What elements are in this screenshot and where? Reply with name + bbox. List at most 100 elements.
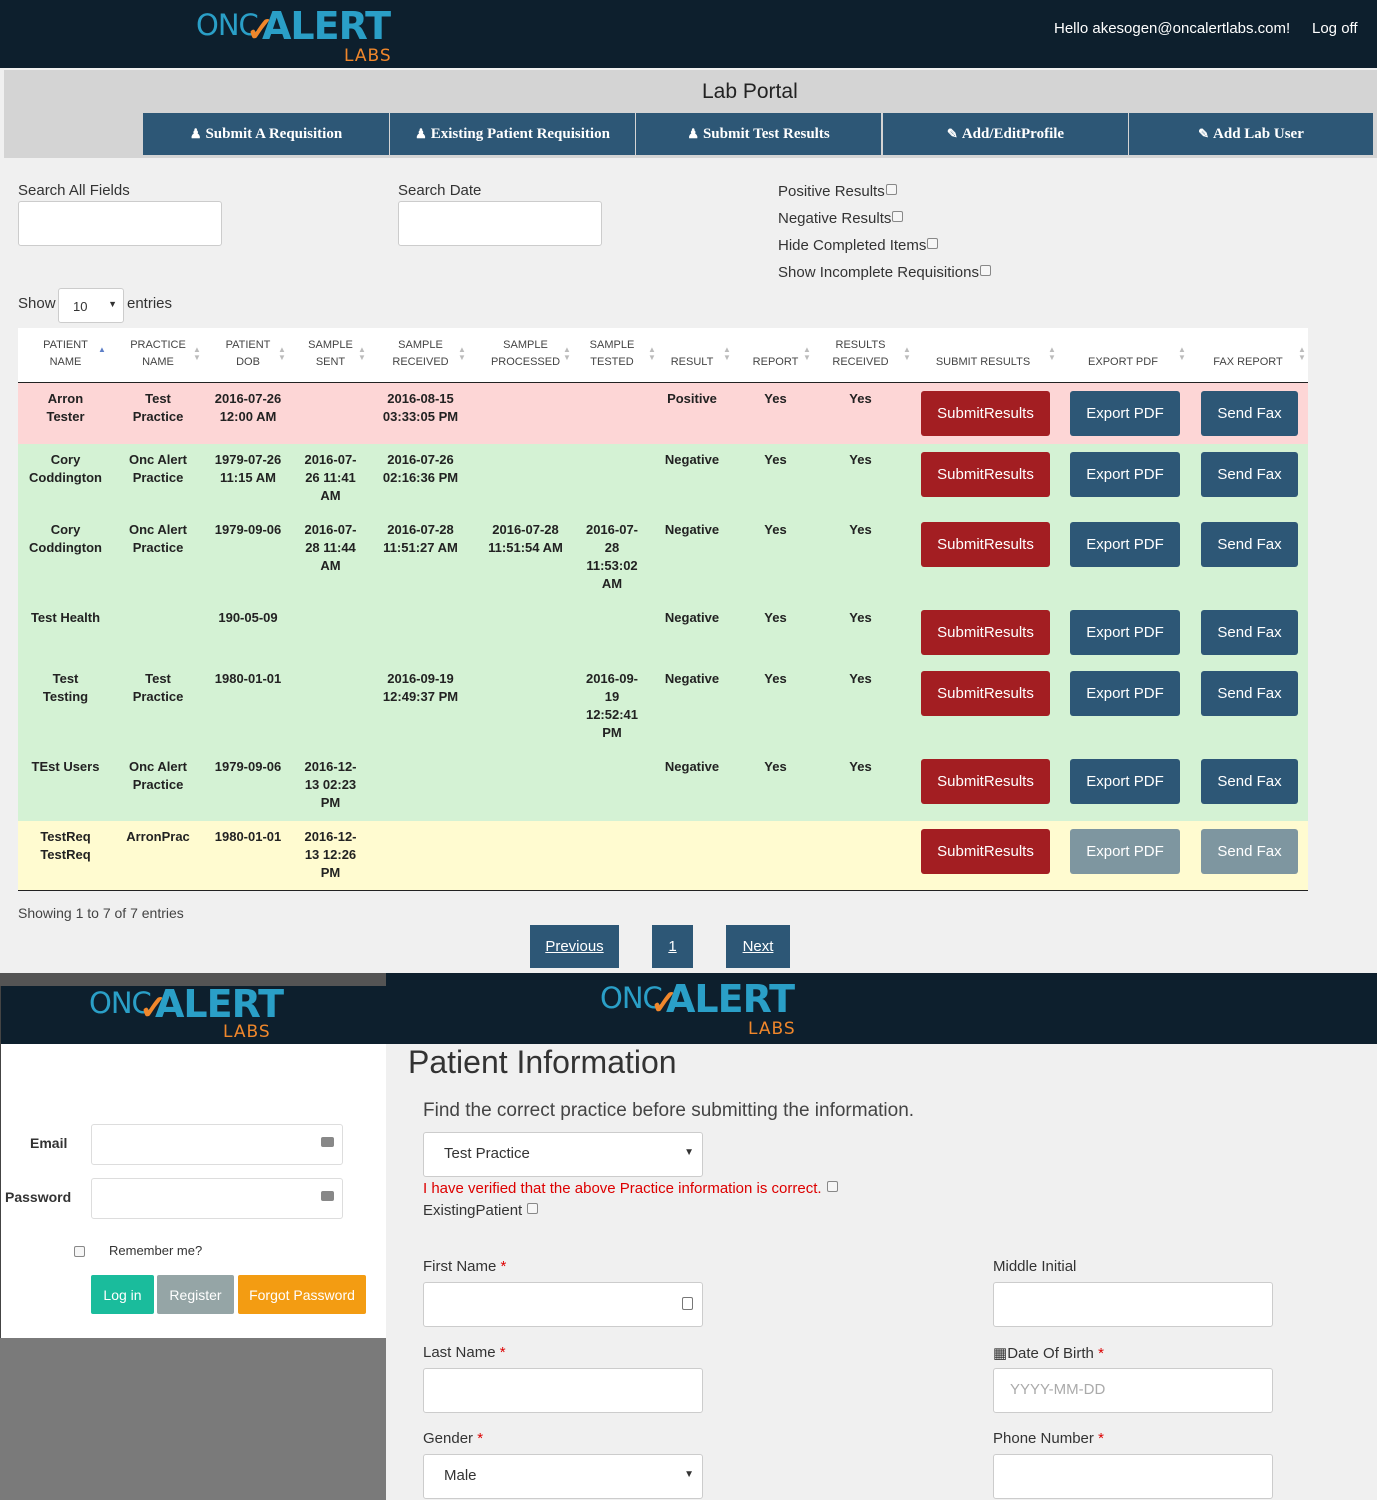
submit-results-button[interactable]: SubmitResults — [921, 452, 1050, 497]
column-header[interactable]: EXPORT PDF — [1058, 328, 1188, 382]
existing-patient-checkbox[interactable] — [527, 1203, 539, 1214]
column-header[interactable]: SUBMIT RESULTS — [908, 328, 1058, 382]
submit-results-button[interactable]: SubmitResults — [921, 610, 1050, 655]
find-practice-text: Find the correct practice before submitt… — [423, 1100, 915, 1121]
positive-results-checkbox[interactable] — [885, 184, 897, 195]
column-header[interactable]: SAMPLE SENT — [293, 328, 368, 382]
login-button[interactable]: Log in — [91, 1275, 154, 1314]
table-row: Cory Coddington Onc Alert Practice 1979-09-0… — [18, 514, 1308, 602]
top-header: ONC ✓ ALERT LABS Hello akesogen@oncalert… — [0, 0, 1377, 68]
column-header[interactable]: FAX REPORT — [1188, 328, 1308, 382]
nav-existing-patient-requisition[interactable]: ♟ Existing Patient Requisition — [390, 113, 635, 155]
verify-practice-checkbox[interactable] — [826, 1181, 838, 1192]
remember-me-label: Remember me? — [109, 1243, 203, 1258]
dob-field[interactable]: YYYY-MM-DD — [993, 1368, 1273, 1413]
search-date-input[interactable] — [398, 201, 602, 246]
nav-submit-requisition[interactable]: ♟ Submit A Requisition — [143, 113, 389, 155]
column-header[interactable]: RESULTS RECEIVED — [813, 328, 908, 382]
filter-hide-completed[interactable]: Hide Completed Items — [778, 237, 939, 254]
sort-icon[interactable]: ▲ ▼ — [458, 346, 466, 362]
oncalert-logo-login[interactable]: ONC ✓ ALERT LABS — [89, 982, 289, 1042]
submit-results-button[interactable]: SubmitResults — [921, 391, 1050, 436]
table-cell: Yes — [764, 391, 787, 406]
page-1-button[interactable]: 1 — [652, 925, 693, 968]
submit-results-button[interactable]: SubmitResults — [921, 829, 1050, 874]
email-field[interactable] — [91, 1124, 343, 1165]
table-cell: 2016-12- 13 12:26 PM — [304, 829, 357, 880]
previous-button[interactable]: Previous — [530, 925, 619, 968]
gender-select[interactable]: Male ▼ — [423, 1454, 703, 1499]
export-pdf-button[interactable]: Export PDF — [1070, 829, 1180, 874]
portal-bar: Lab Portal ♟ Submit A Requisition ♟ Existi… — [4, 70, 1377, 158]
nav-add-edit-profile[interactable]: ✎ Add/EditProfile — [883, 113, 1128, 155]
table-cell: Yes — [849, 452, 872, 467]
person-icon: ♟ — [687, 126, 699, 141]
existing-patient[interactable]: ExistingPatient — [423, 1202, 539, 1219]
send-fax-button[interactable]: Send Fax — [1201, 759, 1298, 804]
dob-label: ▦Date Of Birth * — [993, 1345, 1104, 1362]
table-cell: 2016-07-28 11:51:27 AM — [383, 522, 458, 555]
sort-icon[interactable]: ▲ ▼ — [1298, 346, 1306, 362]
phone-field[interactable] — [993, 1454, 1273, 1499]
negative-results-checkbox[interactable] — [892, 211, 904, 222]
export-pdf-button[interactable]: Export PDF — [1070, 671, 1180, 716]
filter-negative-results[interactable]: Negative Results — [778, 210, 904, 227]
sort-icon[interactable]: ▲ ▼ — [803, 346, 811, 362]
sort-icon[interactable]: ▲ ▼ — [563, 346, 571, 362]
filter-show-incomplete[interactable]: Show Incomplete Requisitions — [778, 264, 991, 281]
oncalert-logo-form[interactable]: ONC ✓ ALERT LABS — [600, 977, 810, 1041]
sort-icon[interactable]: ▲ ▼ — [193, 346, 201, 362]
show-incomplete-checkbox[interactable] — [979, 265, 991, 276]
submit-results-button[interactable]: SubmitResults — [921, 671, 1050, 716]
hide-completed-checkbox[interactable] — [927, 238, 939, 249]
send-fax-button[interactable]: Send Fax — [1201, 610, 1298, 655]
email-label: Email — [30, 1135, 68, 1151]
password-field[interactable] — [91, 1178, 343, 1219]
send-fax-button[interactable]: Send Fax — [1201, 829, 1298, 874]
requisition-table: PATIENT NAME ▲ PRACTICE NAME ▲ ▼ PATIENT DOB ▲ ▼ SA… — [18, 328, 1308, 891]
nav-add-lab-user[interactable]: ✎ Add Lab User — [1129, 113, 1373, 155]
column-header[interactable]: SAMPLE TESTED — [578, 328, 646, 382]
phone-label: Phone Number * — [993, 1430, 1104, 1447]
remember-me-checkbox[interactable] — [74, 1246, 85, 1257]
practice-select[interactable]: Test Practice ▼ — [423, 1132, 703, 1177]
table-info: Showing 1 to 7 of 7 entries — [18, 905, 184, 921]
next-button[interactable]: Next — [726, 925, 790, 968]
submit-results-button[interactable]: SubmitResults — [921, 759, 1050, 804]
first-name-field[interactable] — [423, 1282, 703, 1327]
column-header[interactable]: PATIENT NAME — [18, 328, 113, 382]
oncalert-logo[interactable]: ONC ✓ ALERT LABS — [196, 4, 406, 66]
last-name-field[interactable] — [423, 1368, 703, 1413]
table-cell: 2016-07- 28 11:44 AM — [304, 522, 357, 573]
sort-icon[interactable]: ▲ ▼ — [358, 346, 366, 362]
table-cell: Negative — [664, 452, 720, 467]
register-button[interactable]: Register — [157, 1275, 234, 1314]
sort-icon[interactable]: ▲ ▼ — [723, 346, 731, 362]
export-pdf-button[interactable]: Export PDF — [1070, 391, 1180, 436]
verify-practice[interactable]: I have verified that the above Practice … — [423, 1180, 838, 1197]
export-pdf-button[interactable]: Export PDF — [1070, 522, 1180, 567]
send-fax-button[interactable]: Send Fax — [1201, 452, 1298, 497]
sort-icon[interactable]: ▲ ▼ — [1178, 346, 1186, 362]
logoff-link[interactable]: Log off — [1312, 20, 1358, 37]
entries-select[interactable]: 10 ▼ — [58, 288, 124, 323]
search-all-input[interactable] — [18, 201, 222, 246]
search-all-label: Search All Fields — [18, 182, 130, 199]
sort-icon[interactable]: ▲ ▼ — [1048, 346, 1056, 362]
export-pdf-button[interactable]: Export PDF — [1070, 452, 1180, 497]
sort-icon[interactable]: ▲ ▼ — [278, 346, 286, 362]
column-header[interactable]: REPORT — [738, 328, 813, 382]
sort-icon[interactable]: ▲ — [98, 346, 106, 354]
send-fax-button[interactable]: Send Fax — [1201, 671, 1298, 716]
column-header[interactable]: PRACTICE NAME — [113, 328, 203, 382]
send-fax-button[interactable]: Send Fax — [1201, 522, 1298, 567]
forgot-password-button[interactable]: Forgot Password — [238, 1275, 366, 1314]
filter-positive-results[interactable]: Positive Results — [778, 183, 897, 200]
export-pdf-button[interactable]: Export PDF — [1070, 610, 1180, 655]
middle-initial-field[interactable] — [993, 1282, 1273, 1327]
submit-results-button[interactable]: SubmitResults — [921, 522, 1050, 567]
send-fax-button[interactable]: Send Fax — [1201, 391, 1298, 436]
table-cell: Positive — [667, 391, 717, 406]
export-pdf-button[interactable]: Export PDF — [1070, 759, 1180, 804]
nav-submit-test-results[interactable]: ♟ Submit Test Results — [636, 113, 881, 155]
